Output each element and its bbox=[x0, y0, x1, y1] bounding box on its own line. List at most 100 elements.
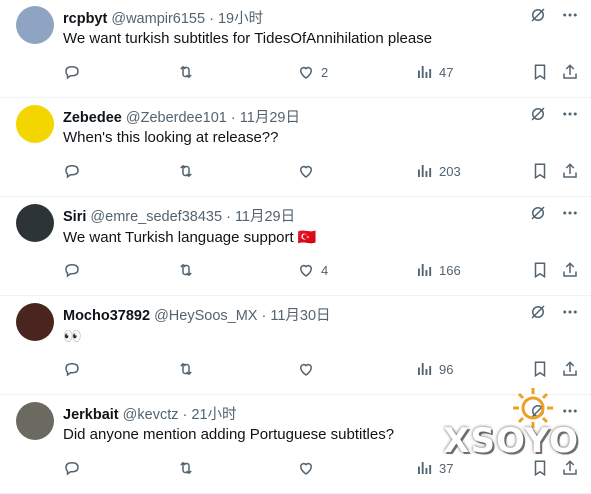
tweet-header: Jerkbait @kevctz · 21小时 bbox=[63, 403, 237, 424]
retweet-icon bbox=[177, 360, 195, 378]
more-icon[interactable] bbox=[561, 303, 579, 321]
reply-icon bbox=[63, 459, 81, 477]
like-button[interactable] bbox=[297, 357, 321, 381]
bookmark-button[interactable] bbox=[531, 258, 549, 282]
display-name[interactable]: Jerkbait bbox=[63, 407, 119, 423]
share-icon bbox=[561, 360, 579, 378]
avatar[interactable] bbox=[16, 105, 54, 143]
reply-button[interactable] bbox=[63, 159, 81, 183]
like-icon bbox=[297, 63, 315, 81]
tweet-text: We want turkish subtitles for TidesOfAnn… bbox=[63, 30, 433, 47]
retweet-icon bbox=[177, 261, 195, 279]
reply-button[interactable] bbox=[63, 60, 81, 84]
watermark-logo: XSOYO bbox=[443, 421, 579, 461]
timestamp[interactable]: 21小时 bbox=[191, 407, 236, 423]
like-icon bbox=[297, 261, 315, 279]
tweet-item[interactable]: rcpbyt @wampir6155 · 19小时 We want turkis… bbox=[0, 0, 591, 98]
tweet-item[interactable]: Siri @emre_sedef38435 · 11月29日 We want T… bbox=[0, 198, 591, 296]
share-icon bbox=[561, 63, 579, 81]
tweet-item[interactable]: Zebedee @Zeberdee101 · 11月29日 When's thi… bbox=[0, 99, 591, 197]
views-button[interactable]: 203 bbox=[415, 159, 461, 183]
avatar[interactable] bbox=[16, 303, 54, 341]
share-button[interactable] bbox=[561, 60, 579, 84]
bookmark-icon bbox=[531, 360, 549, 378]
bookmark-icon bbox=[531, 459, 549, 477]
like-button[interactable] bbox=[297, 159, 321, 183]
reply-button[interactable] bbox=[63, 357, 81, 381]
separator-dot: · bbox=[230, 110, 236, 126]
retweet-button[interactable] bbox=[177, 456, 195, 480]
grok-icon[interactable] bbox=[529, 303, 547, 321]
separator-dot: · bbox=[261, 308, 267, 324]
share-button[interactable] bbox=[561, 258, 579, 282]
more-icon[interactable] bbox=[561, 402, 579, 420]
action-bar: 203 bbox=[63, 159, 583, 183]
views-icon bbox=[415, 162, 433, 180]
share-icon bbox=[561, 459, 579, 477]
view-count: 37 bbox=[439, 460, 454, 476]
tweet-header: Zebedee @Zeberdee101 · 11月29日 bbox=[63, 106, 300, 127]
reply-button[interactable] bbox=[63, 456, 81, 480]
views-button[interactable]: 96 bbox=[415, 357, 453, 381]
user-handle[interactable]: @emre_sedef38435 bbox=[90, 209, 222, 225]
action-bar: 4 166 bbox=[63, 258, 583, 282]
reply-icon bbox=[63, 162, 81, 180]
views-icon bbox=[415, 459, 433, 477]
retweet-button[interactable] bbox=[177, 357, 195, 381]
timestamp[interactable]: 11月29日 bbox=[235, 209, 295, 225]
user-handle[interactable]: @Zeberdee101 bbox=[126, 110, 227, 126]
like-button[interactable]: 2 bbox=[297, 60, 328, 84]
bookmark-button[interactable] bbox=[531, 159, 549, 183]
share-icon bbox=[561, 162, 579, 180]
like-icon bbox=[297, 360, 315, 378]
like-button[interactable] bbox=[297, 456, 321, 480]
user-handle[interactable]: @kevctz bbox=[123, 407, 179, 423]
user-handle[interactable]: @HeySoos_MX bbox=[154, 308, 257, 324]
retweet-icon bbox=[177, 63, 195, 81]
retweet-button[interactable] bbox=[177, 60, 195, 84]
views-button[interactable]: 166 bbox=[415, 258, 461, 282]
grok-icon[interactable] bbox=[529, 105, 547, 123]
grok-icon[interactable] bbox=[529, 6, 547, 24]
retweet-button[interactable] bbox=[177, 258, 195, 282]
timestamp[interactable]: 19小时 bbox=[218, 11, 263, 27]
like-count: 2 bbox=[321, 64, 329, 80]
display-name[interactable]: rcpbyt bbox=[63, 11, 107, 27]
reply-button[interactable] bbox=[63, 258, 81, 282]
avatar[interactable] bbox=[16, 402, 54, 440]
timestamp[interactable]: 11月29日 bbox=[240, 110, 300, 126]
views-icon bbox=[415, 63, 433, 81]
avatar[interactable] bbox=[16, 204, 54, 242]
more-icon[interactable] bbox=[561, 204, 579, 222]
action-bar: 2 47 bbox=[63, 60, 583, 84]
bookmark-button[interactable] bbox=[531, 357, 549, 381]
views-button[interactable]: 47 bbox=[415, 60, 453, 84]
share-button[interactable] bbox=[561, 159, 579, 183]
display-name[interactable]: Mocho37892 bbox=[63, 308, 150, 324]
separator-dot: · bbox=[209, 11, 214, 27]
avatar[interactable] bbox=[16, 6, 54, 44]
more-icon[interactable] bbox=[561, 105, 579, 123]
display-name[interactable]: Zebedee bbox=[63, 110, 122, 126]
like-count: 4 bbox=[321, 262, 329, 278]
user-handle[interactable]: @wampir6155 bbox=[111, 11, 205, 27]
tweet-item[interactable]: Mocho37892 @HeySoos_MX · 11月30日 👀 96 bbox=[0, 297, 591, 395]
views-icon bbox=[415, 261, 433, 279]
reply-icon bbox=[63, 261, 81, 279]
share-button[interactable] bbox=[561, 357, 579, 381]
display-name[interactable]: Siri bbox=[63, 209, 86, 225]
retweet-button[interactable] bbox=[177, 159, 195, 183]
tweet-header: Mocho37892 @HeySoos_MX · 11月30日 bbox=[63, 304, 331, 325]
reply-icon bbox=[63, 360, 81, 378]
action-bar: 96 bbox=[63, 357, 583, 381]
more-icon[interactable] bbox=[561, 6, 579, 24]
reply-icon bbox=[63, 63, 81, 81]
tweet-header: Siri @emre_sedef38435 · 11月29日 bbox=[63, 205, 295, 226]
bookmark-button[interactable] bbox=[531, 60, 549, 84]
like-icon bbox=[297, 162, 315, 180]
like-button[interactable]: 4 bbox=[297, 258, 328, 282]
share-icon bbox=[561, 261, 579, 279]
grok-icon[interactable] bbox=[529, 204, 547, 222]
timestamp[interactable]: 11月30日 bbox=[270, 308, 330, 324]
views-icon bbox=[415, 360, 433, 378]
